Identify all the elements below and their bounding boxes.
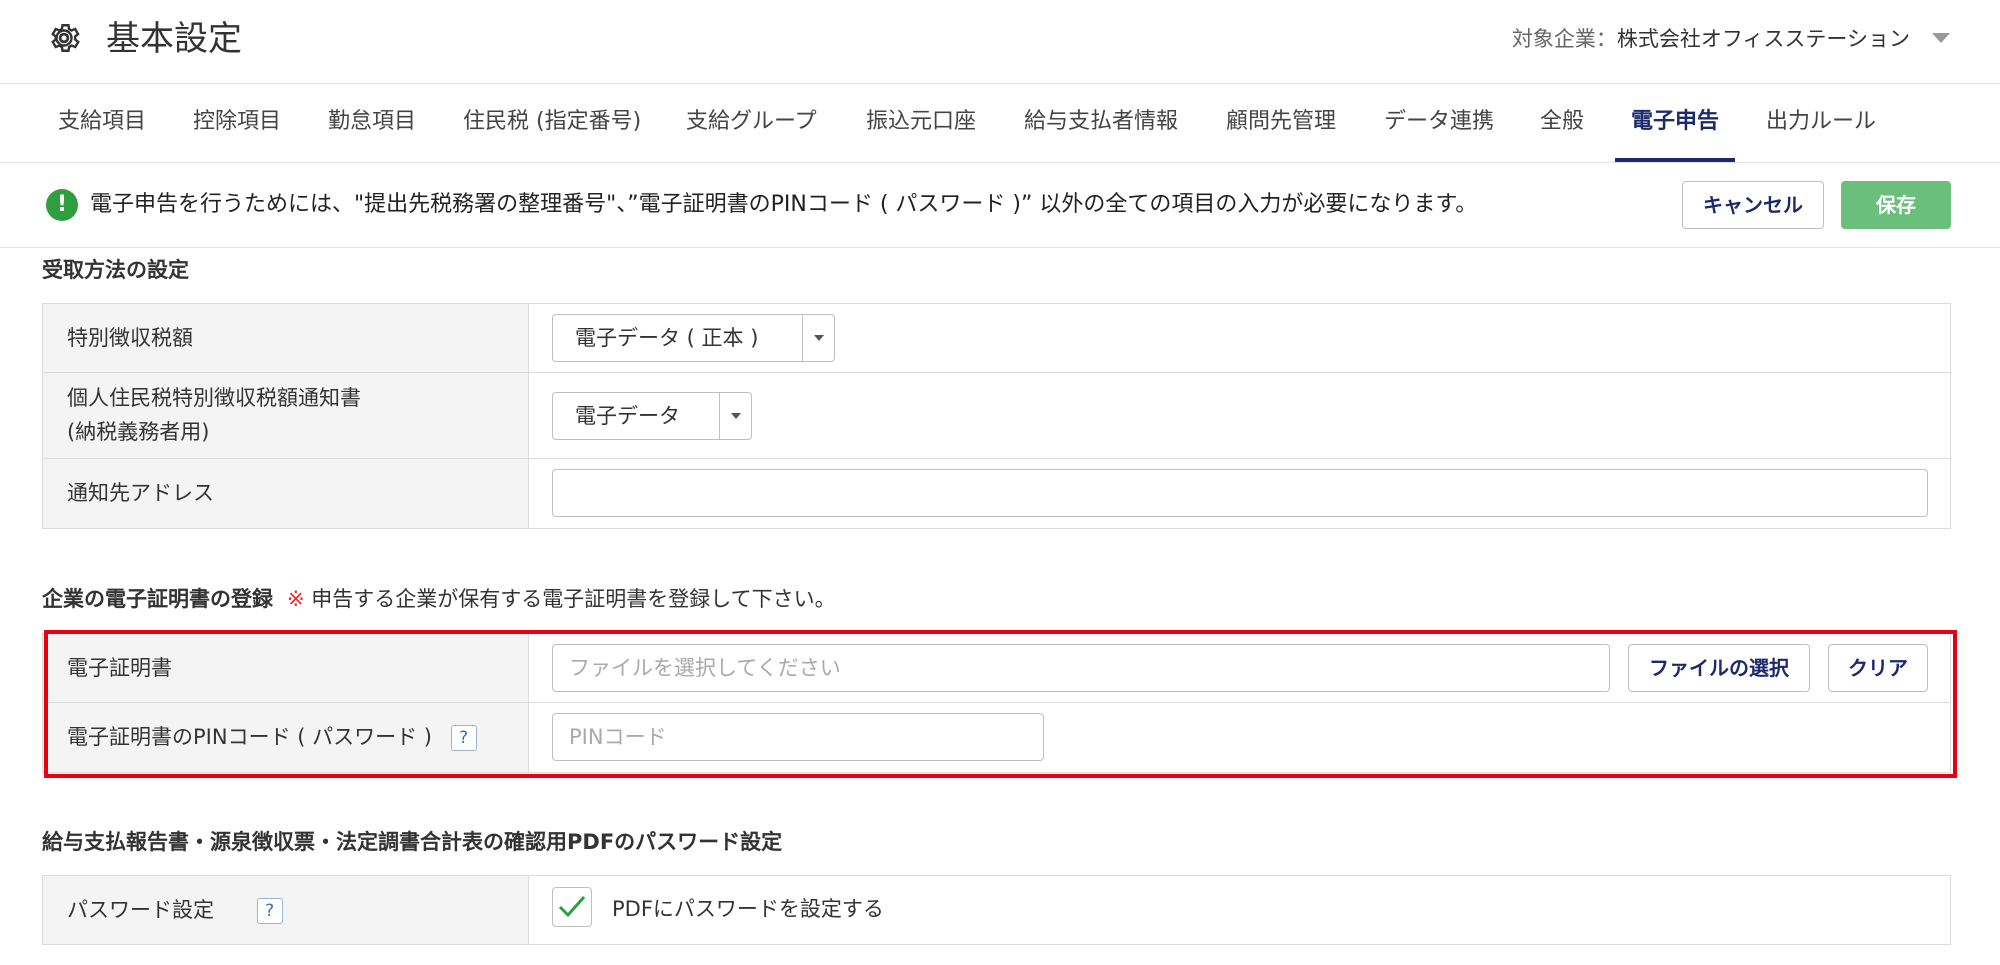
pin-label: 電子証明書のPINコード ( パスワード ) — [67, 725, 432, 749]
tab-output-rules[interactable]: 出力ルール — [1750, 84, 1892, 162]
cert-section-note: ※ 申告する企業が保有する電子証明書を登録して下さい。 — [287, 587, 836, 611]
note-mark: ※ — [287, 587, 305, 611]
notify-address-input[interactable] — [552, 469, 1928, 517]
gear-icon — [51, 24, 80, 52]
cert-section-note-text: 申告する企業が保有する電子証明書を登録して下さい。 — [311, 587, 836, 611]
pdf-password-table: パスワード設定 ? PDFにパスワードを設定する — [42, 875, 1951, 945]
chevron-down-icon[interactable] — [1932, 33, 1950, 43]
pin-label-wrap: 電子証明書のPINコード ( パスワード ) ? — [67, 720, 477, 754]
help-icon[interactable]: ? — [450, 725, 477, 751]
receive-settings-table: 特別徴収税額 電子データ ( 正本 ) 個人住民税特別徴収税額通知書 (納税義務… — [42, 303, 1951, 529]
special-tax-select[interactable]: 電子データ ( 正本 ) — [552, 314, 835, 362]
caret-down-icon[interactable] — [802, 315, 834, 361]
pin-input[interactable]: PINコード — [552, 713, 1044, 761]
tab-payment-items[interactable]: 支給項目 — [42, 84, 162, 162]
notice-message: 電子申告を行うためには、"提出先税務署の整理番号"、”電子証明書のPINコード … — [90, 192, 1478, 217]
table-row: 個人住民税特別徴収税額通知書 (納税義務者用) 電子データ — [43, 373, 1950, 459]
tab-e-filing[interactable]: 電子申告 — [1615, 84, 1735, 162]
notify-address-label: 通知先アドレス — [67, 481, 214, 505]
special-tax-label: 特別徴収税額 — [67, 326, 193, 350]
notice-doc-value: 電子データ — [575, 404, 680, 428]
table-row: 特別徴収税額 電子データ ( 正本 ) — [43, 304, 1950, 373]
tab-data-integration[interactable]: データ連携 — [1368, 84, 1510, 162]
tab-payer-info[interactable]: 給与支払者情報 — [1008, 84, 1194, 162]
cert-section-title: 企業の電子証明書の登録 ※ 申告する企業が保有する電子証明書を登録して下さい。 — [42, 583, 836, 613]
cert-table: 電子証明書 ファイルを選択してください ファイルの選択 クリア 電子証明書のPI… — [42, 633, 1951, 773]
save-button[interactable]: 保存 — [1841, 181, 1951, 229]
row-label-cell: 特別徴収税額 — [43, 304, 529, 372]
table-row: パスワード設定 ? PDFにパスワードを設定する — [43, 876, 1950, 944]
row-label-cell: 個人住民税特別徴収税額通知書 (納税義務者用) — [43, 373, 529, 458]
tab-client-management[interactable]: 顧問先管理 — [1210, 84, 1352, 162]
notice-doc-label-line2: (納税義務者用) — [67, 420, 210, 444]
special-tax-value: 電子データ ( 正本 ) — [575, 326, 759, 350]
clear-button[interactable]: クリア — [1828, 644, 1928, 692]
password-label: パスワード設定 — [67, 898, 214, 922]
check-icon — [558, 896, 586, 918]
cancel-button[interactable]: キャンセル — [1682, 181, 1824, 229]
page-header: 基本設定 対象企業：株式会社オフィスステーション — [0, 0, 2000, 84]
row-label-cell: 電子証明書のPINコード ( パスワード ) ? — [43, 703, 529, 772]
caret-down-icon[interactable] — [719, 393, 751, 439]
cert-file-input[interactable]: ファイルを選択してください — [552, 644, 1610, 692]
table-row: 電子証明書のPINコード ( パスワード ) ? PINコード — [43, 703, 1950, 772]
row-label-cell: 通知先アドレス — [43, 459, 529, 528]
receive-section-title: 受取方法の設定 — [42, 258, 189, 282]
tab-attendance-items[interactable]: 勤怠項目 — [312, 84, 432, 162]
tab-payment-group[interactable]: 支給グループ — [670, 84, 833, 162]
pdf-password-checkbox-label[interactable]: PDFにパスワードを設定する — [612, 892, 884, 926]
notice-doc-select[interactable]: 電子データ — [552, 392, 752, 440]
company-name: 株式会社オフィスステーション — [1616, 27, 1910, 51]
table-row: 電子証明書 ファイルを選択してください ファイルの選択 クリア — [43, 634, 1950, 703]
notice-doc-label-line1: 個人住民税特別徴収税額通知書 — [67, 386, 361, 410]
row-label-cell: 電子証明書 — [43, 634, 529, 702]
tab-transfer-account[interactable]: 振込元口座 — [850, 84, 992, 162]
tab-deduction-items[interactable]: 控除項目 — [177, 84, 297, 162]
page-title: 基本設定 — [106, 19, 242, 59]
exclamation-icon: ! — [46, 189, 78, 221]
cert-label: 電子証明書 — [67, 656, 172, 680]
cert-section-title-text: 企業の電子証明書の登録 — [42, 587, 273, 611]
table-row: 通知先アドレス — [43, 459, 1950, 528]
settings-tabs: 支給項目 控除項目 勤怠項目 住民税 (指定番号) 支給グループ 振込元口座 給… — [0, 84, 2000, 163]
pdf-password-checkbox[interactable] — [552, 887, 592, 927]
help-icon[interactable]: ? — [256, 898, 283, 924]
password-label-wrap: パスワード設定 ? — [67, 893, 283, 927]
pdf-section-title: 給与支払報告書・源泉徴収票・法定調書合計表の確認用PDFのパスワード設定 — [42, 830, 783, 854]
row-label-cell: パスワード設定 ? — [43, 876, 529, 944]
file-select-button[interactable]: ファイルの選択 — [1628, 644, 1810, 692]
company-selector[interactable]: 対象企業：株式会社オフィスステーション — [1512, 24, 1910, 54]
tab-resident-tax[interactable]: 住民税 (指定番号) — [447, 84, 657, 162]
tab-general[interactable]: 全般 — [1524, 84, 1600, 162]
company-label: 対象企業： — [1511, 27, 1617, 51]
